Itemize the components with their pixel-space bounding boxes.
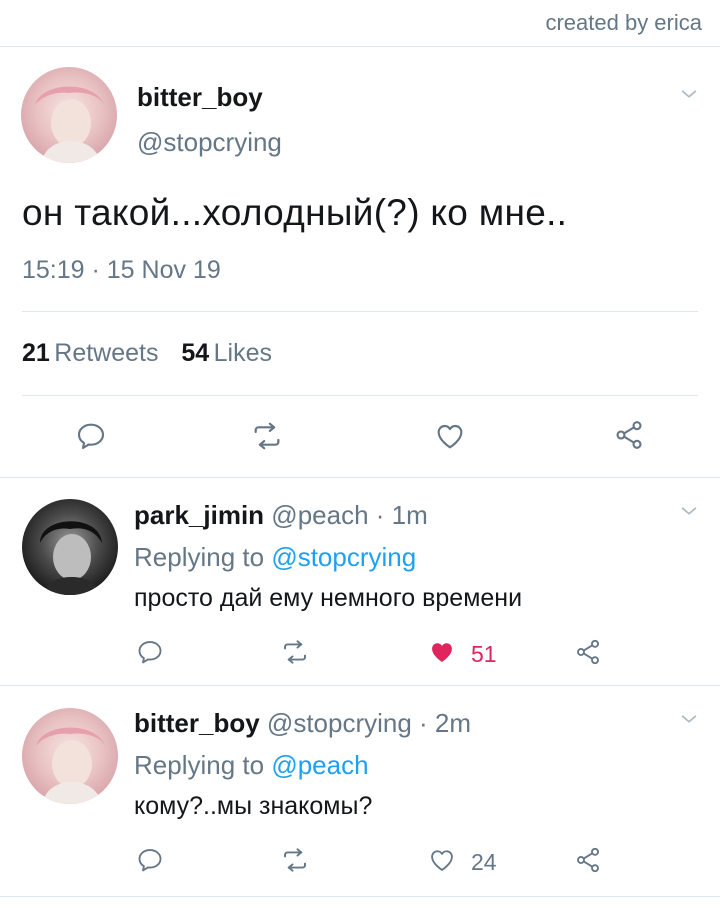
tweet-text: он такой...холодный(?) ко мне.. bbox=[22, 192, 568, 233]
retweet-icon[interactable] bbox=[250, 420, 284, 452]
divider bbox=[22, 311, 698, 312]
divider bbox=[0, 46, 720, 47]
chevron-down-icon[interactable] bbox=[678, 83, 700, 105]
like-count: 51 bbox=[471, 641, 497, 667]
reply-header: bitter_boy @stopcrying · 2m bbox=[134, 708, 471, 739]
likes-count: 54 bbox=[181, 339, 210, 367]
reply-icon[interactable] bbox=[136, 846, 164, 874]
share-icon[interactable] bbox=[574, 638, 602, 666]
replying-prefix: Replying to bbox=[134, 750, 265, 780]
reply-icon[interactable] bbox=[75, 420, 107, 452]
retweet-icon[interactable] bbox=[280, 638, 310, 666]
replying-handle-link[interactable]: @peach bbox=[271, 750, 368, 780]
timestamp[interactable]: 15:19 · 15 Nov 19 bbox=[22, 256, 221, 285]
replying-handle-link[interactable]: @stopcrying bbox=[271, 542, 416, 572]
retweets-stat[interactable]: 21 Retweets bbox=[22, 339, 163, 367]
retweets-label: Retweets bbox=[54, 339, 159, 367]
heart-icon[interactable] bbox=[427, 638, 457, 666]
retweets-count: 21 bbox=[22, 339, 50, 367]
watermark-credit: created by erica bbox=[545, 10, 702, 35]
heart-icon[interactable] bbox=[427, 846, 457, 874]
chevron-down-icon[interactable] bbox=[678, 500, 700, 522]
display-name[interactable]: bitter_boy bbox=[137, 82, 263, 113]
heart-icon[interactable] bbox=[433, 420, 467, 452]
reply-text: просто дай ему немного времени bbox=[134, 584, 523, 612]
likes-stat[interactable]: 54 Likes bbox=[181, 339, 272, 367]
handle[interactable]: @peach · 1m bbox=[271, 500, 427, 530]
likes-label: Likes bbox=[213, 339, 273, 367]
divider bbox=[0, 477, 720, 478]
divider bbox=[0, 685, 720, 686]
divider bbox=[22, 395, 698, 396]
handle[interactable]: @stopcrying · 2m bbox=[267, 708, 471, 738]
like-count: 24 bbox=[471, 849, 497, 875]
display-name[interactable]: park_jimin bbox=[134, 500, 264, 530]
reply-text: кому?..мы знакомы? bbox=[134, 792, 373, 820]
tweet-stats: 21 Retweets 54 Likes bbox=[22, 339, 272, 368]
share-icon[interactable] bbox=[613, 419, 645, 451]
reply-header: park_jimin @peach · 1m bbox=[134, 500, 428, 531]
replying-prefix: Replying to bbox=[134, 542, 265, 572]
share-icon[interactable] bbox=[574, 846, 602, 874]
chevron-down-icon[interactable] bbox=[678, 708, 700, 730]
reply-icon[interactable] bbox=[136, 638, 164, 666]
avatar[interactable] bbox=[22, 708, 118, 804]
avatar[interactable] bbox=[22, 499, 118, 595]
replying-to: Replying to @stopcrying bbox=[134, 542, 416, 573]
replying-to: Replying to @peach bbox=[134, 750, 369, 781]
display-name[interactable]: bitter_boy bbox=[134, 708, 260, 738]
avatar[interactable] bbox=[21, 67, 117, 163]
retweet-icon[interactable] bbox=[280, 846, 310, 874]
handle[interactable]: @stopcrying bbox=[137, 127, 282, 158]
divider bbox=[0, 896, 720, 897]
